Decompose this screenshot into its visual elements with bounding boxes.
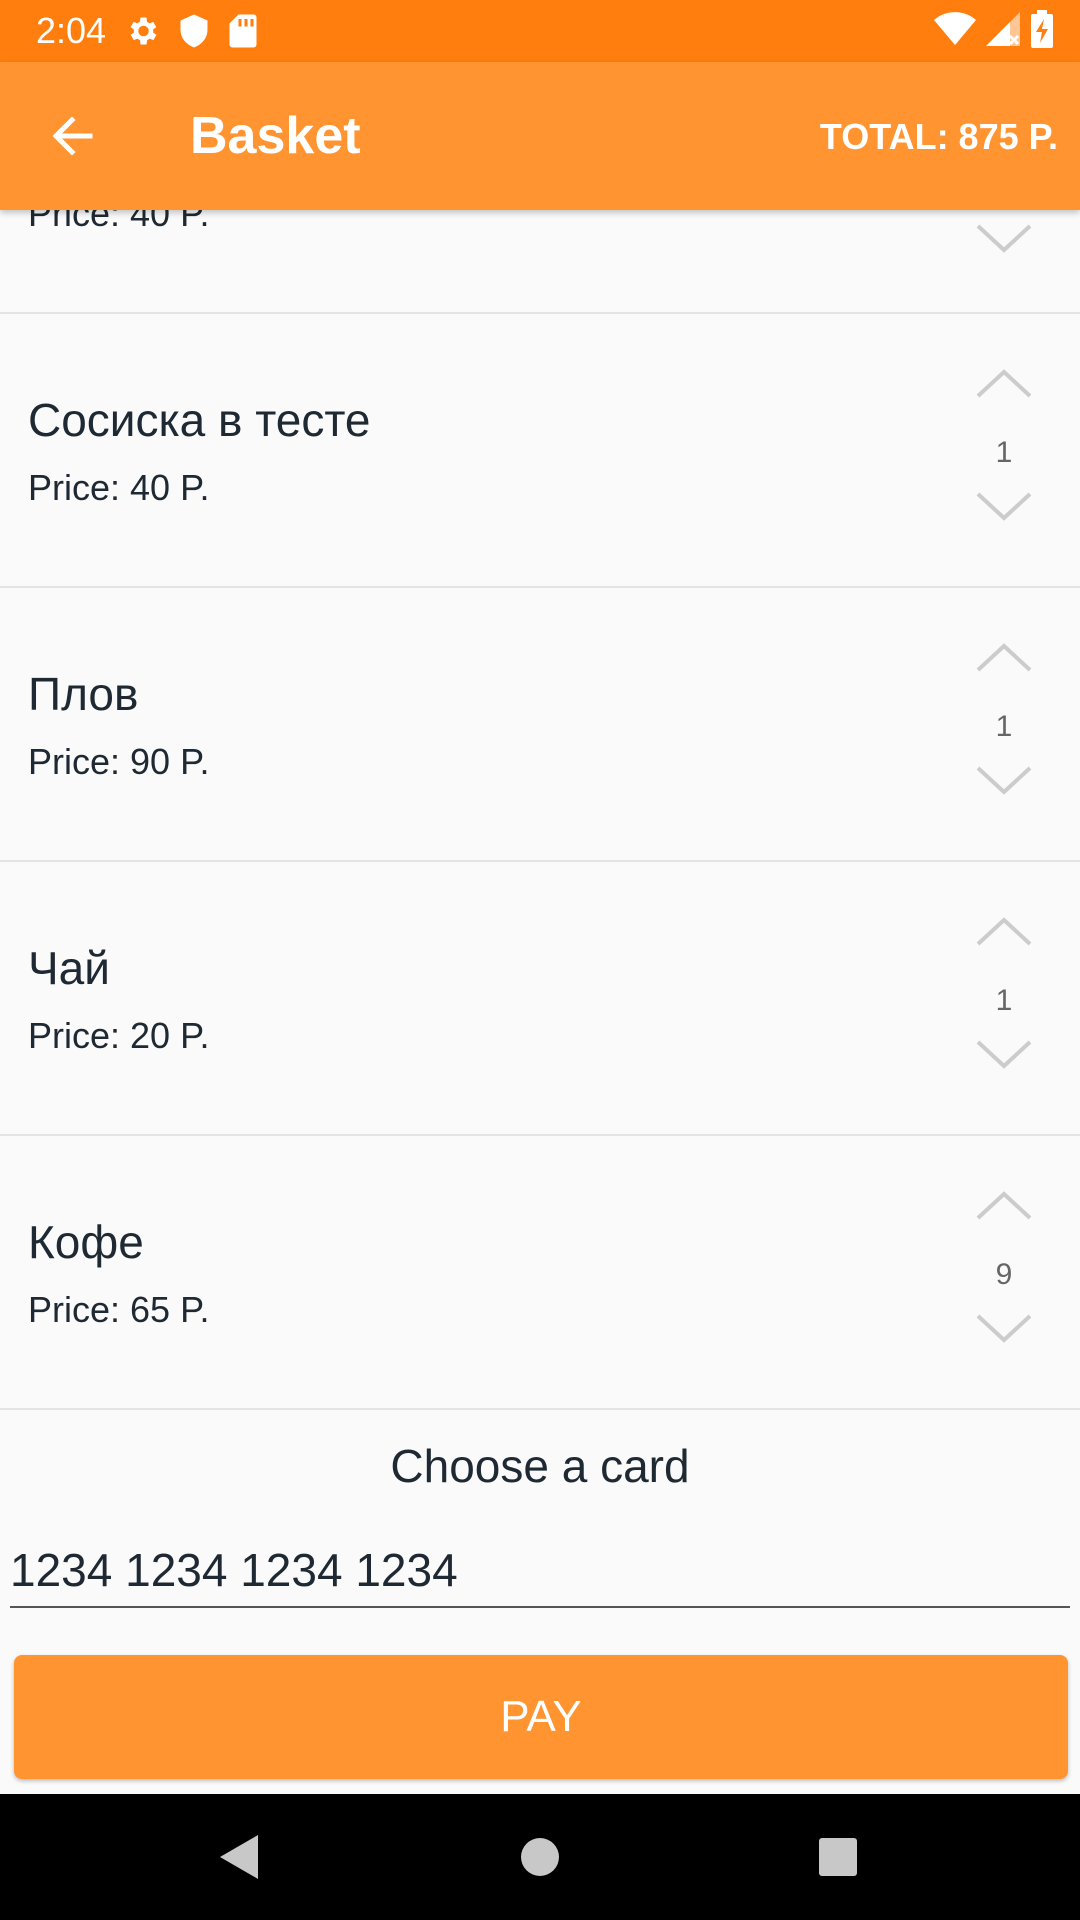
basket-list[interactable]: Price: 40 P. Сосиска в тесте Price: 40 P… <box>0 0 1080 1414</box>
home-nav-button[interactable] <box>510 1832 570 1882</box>
list-item: Плов Price: 90 P. 1 <box>0 588 1080 862</box>
item-price: Price: 65 P. <box>28 1289 210 1330</box>
quantity-value: 9 <box>995 1258 1013 1291</box>
page-title: Basket <box>190 107 361 165</box>
quantity-value: 1 <box>995 436 1013 469</box>
pay-button[interactable]: PAY <box>14 1655 1068 1779</box>
list-item: Сосиска в тесте Price: 40 P. 1 <box>0 314 1080 588</box>
battery-charging-icon <box>1030 9 1054 53</box>
chevron-down-icon[interactable] <box>974 220 1034 256</box>
square-recents-icon <box>819 1838 857 1876</box>
recents-nav-button[interactable] <box>808 1832 868 1882</box>
circle-home-icon <box>521 1838 559 1876</box>
chevron-up-icon[interactable] <box>974 640 1034 676</box>
quantity-value: 1 <box>995 710 1013 743</box>
quantity-value: 1 <box>995 984 1013 1017</box>
chevron-up-icon[interactable] <box>974 1188 1034 1224</box>
shield-icon <box>178 13 210 49</box>
card-number-input[interactable] <box>10 1534 1070 1608</box>
item-price: Price: 20 P. <box>28 1015 210 1056</box>
item-price: Price: 90 P. <box>28 741 210 782</box>
item-name: Плов <box>28 668 139 720</box>
status-time: 2:04 <box>36 10 107 51</box>
settings-icon <box>124 13 160 49</box>
back-nav-button[interactable] <box>210 1832 270 1882</box>
sd-card-icon <box>228 13 258 49</box>
chevron-down-icon[interactable] <box>974 488 1034 524</box>
status-bar: 2:04 <box>0 0 1080 62</box>
navigation-bar <box>0 1794 1080 1920</box>
item-name: Чай <box>28 942 110 994</box>
basket-total: TOTAL: 875 P. <box>819 116 1058 157</box>
arrow-left-icon <box>52 116 93 156</box>
item-name: Сосиска в тесте <box>28 394 371 446</box>
back-button[interactable] <box>40 104 104 168</box>
chevron-down-icon[interactable] <box>974 1310 1034 1346</box>
triangle-back-icon <box>220 1835 258 1879</box>
item-name: Кофе <box>28 1216 144 1268</box>
chevron-up-icon[interactable] <box>974 914 1034 950</box>
signal-icon <box>986 11 1020 51</box>
item-price: Price: 40 P. <box>28 467 210 508</box>
list-item: Кофе Price: 65 P. 9 <box>0 1136 1080 1410</box>
chevron-up-icon[interactable] <box>974 366 1034 402</box>
list-item: Чай Price: 20 P. 1 <box>0 862 1080 1136</box>
choose-card-label: Choose a card <box>390 1440 690 1492</box>
app-bar: Basket TOTAL: 875 P. <box>0 62 1080 210</box>
chevron-down-icon[interactable] <box>974 762 1034 798</box>
wifi-icon <box>934 11 976 51</box>
payment-section: Choose a card PAY <box>0 1414 1080 1794</box>
chevron-down-icon[interactable] <box>974 1036 1034 1072</box>
